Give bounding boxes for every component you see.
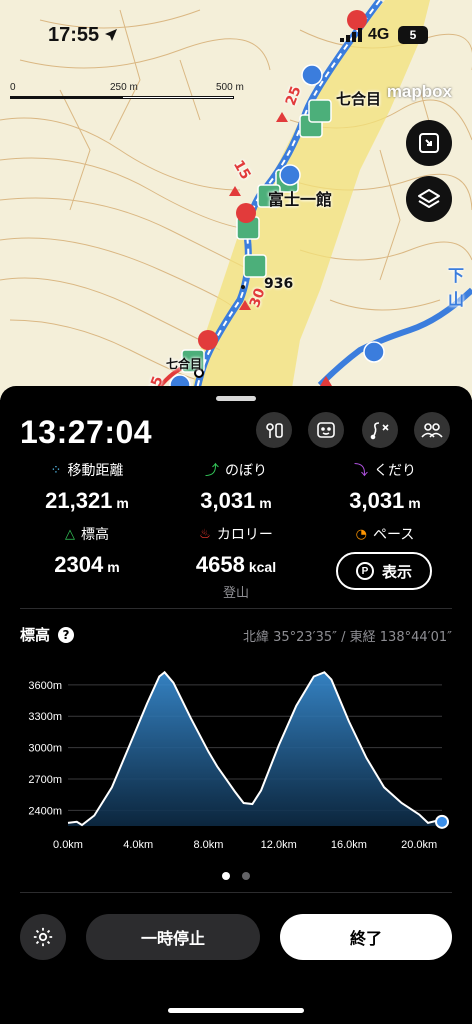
fit-route-icon <box>419 133 439 153</box>
map-label-hut-a: 七合目 <box>336 90 382 108</box>
stat-descent-unit: m <box>408 495 421 511</box>
elapsed-time: 13:27:04 <box>20 414 153 450</box>
pet-icon <box>317 422 335 438</box>
sheet-handle[interactable] <box>216 396 256 401</box>
pause-button[interactable]: 一時停止 <box>86 914 260 960</box>
stat-pace: ◔ ペース <box>310 524 460 544</box>
map-label-hut-c: 七合目 <box>166 357 203 371</box>
stat-calories: ♨ カロリー 4658 kcal <box>161 524 311 578</box>
mountain-icon: △ <box>65 526 75 542</box>
x-tick-label: 12.0km <box>261 839 297 851</box>
coordinates: 北緯 35°23′35″ / 東経 138°44′01″ <box>242 630 452 645</box>
checkpoint-icon <box>266 423 283 438</box>
y-tick-label: 2400m <box>28 805 62 817</box>
stat-altitude-label: 標高 <box>81 527 109 543</box>
layers-icon <box>418 189 440 208</box>
show-pace-label: 表示 <box>381 562 412 581</box>
x-tick-label: 20.0km <box>401 839 437 851</box>
stat-altitude-value: 2304 <box>54 552 104 577</box>
x-tick-label: 8.0km <box>193 839 223 851</box>
stat-descent: ⤵ くだり 3,031 m <box>310 460 460 514</box>
map-scale: 0 250 m 500 m <box>10 82 250 102</box>
flame-icon: ♨ <box>199 526 211 542</box>
y-tick-label: 3000m <box>28 743 62 755</box>
route-icon <box>370 422 389 440</box>
stat-calories-label: カロリー <box>216 527 273 543</box>
descent-icon: ⤵ <box>354 463 368 479</box>
elevation-chart[interactable]: 2400m 2700m 3000m 3300m 3600m 0.0km 4.0km 8.0k… <box>0 646 472 866</box>
divider <box>20 892 452 893</box>
page-dot-active[interactable] <box>222 872 230 880</box>
stat-calories-unit: kcal <box>248 559 277 575</box>
terrain-background <box>0 0 472 400</box>
elevation-header: 標高 ? <box>20 624 75 645</box>
current-position-marker <box>435 814 449 829</box>
network-type: 4G <box>368 26 390 43</box>
checkpoint-button[interactable] <box>256 412 292 448</box>
layers-button[interactable] <box>406 176 452 222</box>
stat-altitude: △ 標高 2304 m <box>12 524 162 578</box>
stat-distance-value: 21,321 <box>45 488 113 513</box>
map-label-route: 下山 <box>448 266 465 309</box>
x-tick-label: 16.0km <box>331 839 367 851</box>
premium-icon: P <box>355 562 374 580</box>
y-tick-label: 3600m <box>28 680 62 692</box>
finish-button[interactable]: 終了 <box>280 914 452 960</box>
scale-bar-dark <box>10 96 122 99</box>
scale-mid: 250 m <box>110 82 138 93</box>
stat-descent-label: くだり <box>374 463 416 479</box>
elevation-area <box>68 672 442 826</box>
stat-calories-value: 4658 <box>195 552 245 577</box>
page-indicator[interactable] <box>222 872 250 880</box>
divider <box>20 608 452 609</box>
stat-ascent-unit: m <box>259 495 272 511</box>
group-icon <box>421 423 443 438</box>
pet-button[interactable] <box>308 412 344 448</box>
battery-indicator: 5 <box>398 26 428 44</box>
location-arrow-icon <box>105 29 117 41</box>
help-icon[interactable]: ? <box>58 626 75 643</box>
stat-distance-label: 移動距離 <box>67 463 124 479</box>
page-dot[interactable] <box>242 872 250 880</box>
ascent-icon: ⤴ <box>205 463 219 479</box>
mapbox-attribution[interactable]: mapbox <box>387 82 452 102</box>
home-indicator <box>168 1008 304 1013</box>
x-tick-label: 4.0km <box>123 839 153 851</box>
group-button[interactable] <box>414 412 450 448</box>
y-tick-label: 2700m <box>28 774 62 786</box>
tracking-sheet: 13:27:04 ⁘ 移動距離 21,321 m ⤴ のぼり 3,031 m ⤵ くだり … <box>0 386 472 1024</box>
route-button[interactable] <box>362 412 398 448</box>
gear-icon <box>33 927 53 947</box>
stat-pace-label: ペース <box>373 527 415 543</box>
signal-icon <box>340 28 362 42</box>
status-bar: 17:55 4G 5 <box>0 22 472 52</box>
stat-altitude-unit: m <box>107 559 120 575</box>
stat-ascent: ⤴ のぼり 3,031 m <box>161 460 311 514</box>
x-tick-label: 0.0km <box>53 839 83 851</box>
stat-ascent-label: のぼり <box>225 463 267 479</box>
speedometer-icon: ◔ <box>355 526 368 542</box>
fit-route-button[interactable] <box>406 120 452 166</box>
map-label-hut-b: 富士一館 <box>268 190 333 209</box>
activity-type: 登山 <box>222 586 249 601</box>
scale-end: 500 m <box>216 82 244 93</box>
clock: 17:55 <box>48 24 100 46</box>
stat-ascent-value: 3,031 <box>200 488 256 513</box>
stat-distance: ⁘ 移動距離 21,321 m <box>12 460 162 514</box>
scale-bar-light <box>122 96 234 99</box>
elevation-title: 標高 <box>20 626 51 644</box>
stat-distance-unit: m <box>116 495 129 511</box>
distance-icon: ⁘ <box>50 462 62 478</box>
y-tick-label: 3300m <box>28 711 62 723</box>
scale-zero: 0 <box>10 82 16 93</box>
map-view[interactable]: 七合目 富士一館 936 七合目 下山 25 15 30 25 17:55 4G… <box>0 0 472 400</box>
map-label-elevation: 936 <box>264 276 294 292</box>
settings-button[interactable] <box>20 914 66 960</box>
stat-descent-value: 3,031 <box>349 488 405 513</box>
